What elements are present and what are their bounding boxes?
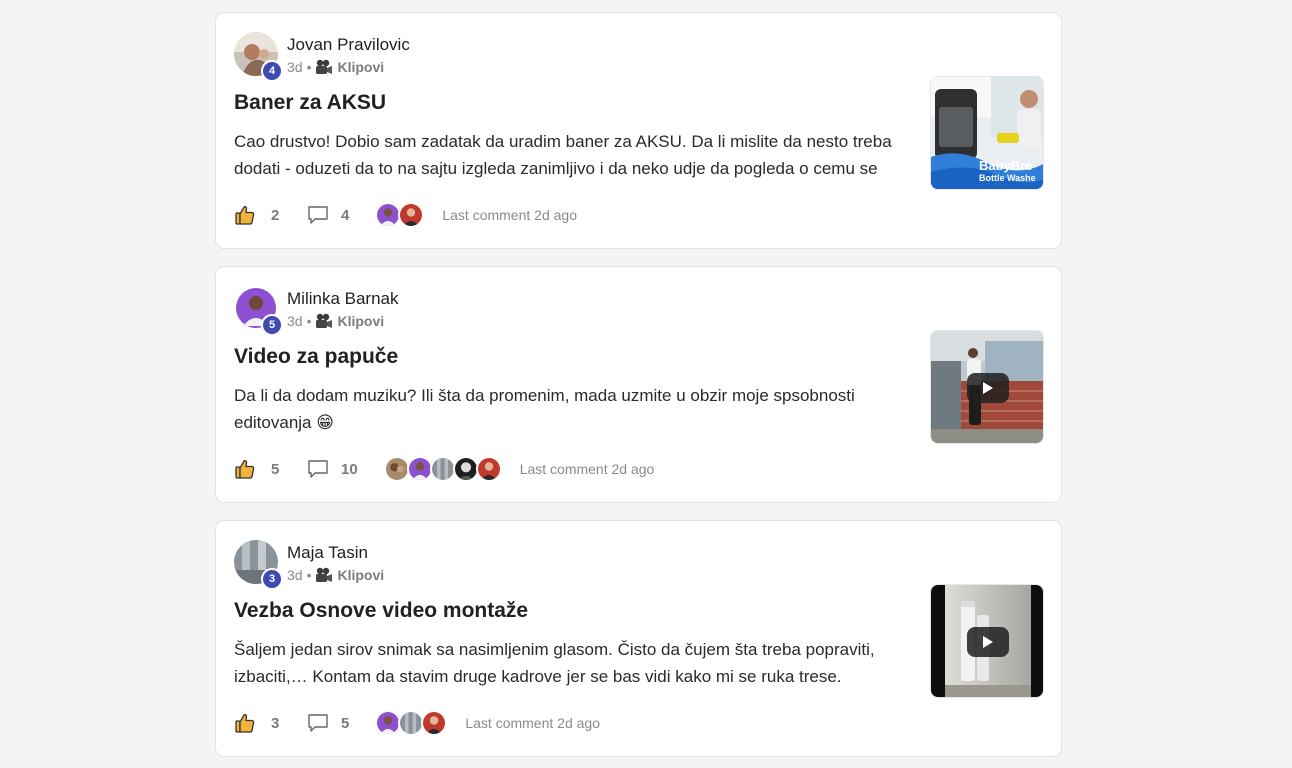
like-count: 3 <box>271 714 280 732</box>
commenter-avatars[interactable] <box>375 710 448 736</box>
thumbs-up-icon[interactable] <box>234 204 256 226</box>
meta-separator: • <box>306 567 312 583</box>
post-category[interactable]: Klipovi <box>337 313 384 329</box>
author-avatar[interactable]: 3 <box>234 540 283 590</box>
post-feed: 4 Jovan Pravilovic 3d • Klipovi Baner za… <box>215 12 1062 768</box>
commenter-avatar[interactable] <box>429 456 456 482</box>
level-badge: 5 <box>261 314 283 336</box>
video-thumbnail[interactable] <box>930 330 1044 444</box>
post-title[interactable]: Video za papuče <box>234 345 398 369</box>
meta-separator: • <box>306 313 312 329</box>
like-count: 5 <box>271 460 280 478</box>
thumbs-up-icon[interactable] <box>234 712 256 734</box>
post-time: 3d <box>287 313 303 329</box>
movie-camera-icon <box>316 313 333 328</box>
commenter-avatar[interactable] <box>452 456 479 482</box>
play-button[interactable] <box>967 373 1009 403</box>
post-card[interactable]: 4 Jovan Pravilovic 3d • Klipovi Baner za… <box>215 12 1062 249</box>
meta-separator: • <box>306 59 312 75</box>
video-thumbnail[interactable] <box>930 584 1044 698</box>
comment-count: 5 <box>341 714 350 732</box>
post-meta: 3d • Klipovi <box>287 313 384 329</box>
like-count: 2 <box>271 206 280 224</box>
post-actions: 2 4 Last comment 2d ago <box>234 201 577 229</box>
thumb-text-1: BabyBre <box>979 158 1032 173</box>
commenter-avatars[interactable] <box>375 202 425 228</box>
commenter-avatar[interactable] <box>421 710 448 736</box>
comment-icon[interactable] <box>307 459 329 479</box>
post-actions: 3 5 Last comment 2d ago <box>234 709 600 737</box>
post-time: 3d <box>287 567 303 583</box>
author-name[interactable]: Jovan Pravilovic <box>287 35 410 55</box>
last-comment: Last comment 2d ago <box>442 207 577 223</box>
commenter-avatars[interactable] <box>383 456 502 482</box>
post-body[interactable]: Da li da dodam muziku? Ili šta da promen… <box>234 383 914 436</box>
post-card[interactable]: 3 Maja Tasin 3d • Klipovi Vezba Osnove v… <box>215 520 1062 757</box>
post-card[interactable]: 5 Milinka Barnak 3d • Klipovi Video za p… <box>215 266 1062 503</box>
post-title[interactable]: Vezba Osnove video montaže <box>234 599 528 623</box>
commenter-avatar[interactable] <box>475 456 502 482</box>
movie-camera-icon <box>316 567 333 582</box>
author-avatar[interactable]: 4 <box>234 32 283 82</box>
play-button[interactable] <box>967 627 1009 657</box>
post-body[interactable]: Cao drustvo! Dobio sam zadatak da uradim… <box>234 129 914 182</box>
comment-icon[interactable] <box>307 713 329 733</box>
post-body[interactable]: Šaljem jedan sirov snimak sa nasimljenim… <box>234 637 914 690</box>
commenter-avatar[interactable] <box>406 456 433 482</box>
play-icon <box>983 636 993 648</box>
level-badge: 3 <box>261 568 283 590</box>
post-meta: 3d • Klipovi <box>287 59 384 75</box>
author-avatar[interactable]: 5 <box>234 286 283 336</box>
author-name[interactable]: Milinka Barnak <box>287 289 399 309</box>
post-title[interactable]: Baner za AKSU <box>234 91 386 115</box>
post-category[interactable]: Klipovi <box>337 59 384 75</box>
author-name[interactable]: Maja Tasin <box>287 543 368 563</box>
play-icon <box>983 382 993 394</box>
comment-count: 4 <box>341 206 350 224</box>
post-time: 3d <box>287 59 303 75</box>
comment-count: 10 <box>341 460 358 478</box>
post-category[interactable]: Klipovi <box>337 567 384 583</box>
post-thumbnail[interactable]: BabyBre Bottle Washe <box>930 76 1044 190</box>
last-comment: Last comment 2d ago <box>519 461 655 477</box>
post-actions: 5 10 Last comment 2d ago <box>234 455 654 483</box>
comment-icon[interactable] <box>307 205 329 225</box>
movie-camera-icon <box>316 59 333 74</box>
thumb-text-2: Bottle Washe <box>979 173 1036 183</box>
post-meta: 3d • Klipovi <box>287 567 384 583</box>
commenter-avatar[interactable] <box>398 202 425 228</box>
thumbs-up-icon[interactable] <box>234 458 256 480</box>
commenter-avatar[interactable] <box>383 456 410 482</box>
level-badge: 4 <box>261 60 283 82</box>
last-comment: Last comment 2d ago <box>465 715 600 731</box>
thumbnail-image: BabyBre Bottle Washe <box>931 77 1043 189</box>
